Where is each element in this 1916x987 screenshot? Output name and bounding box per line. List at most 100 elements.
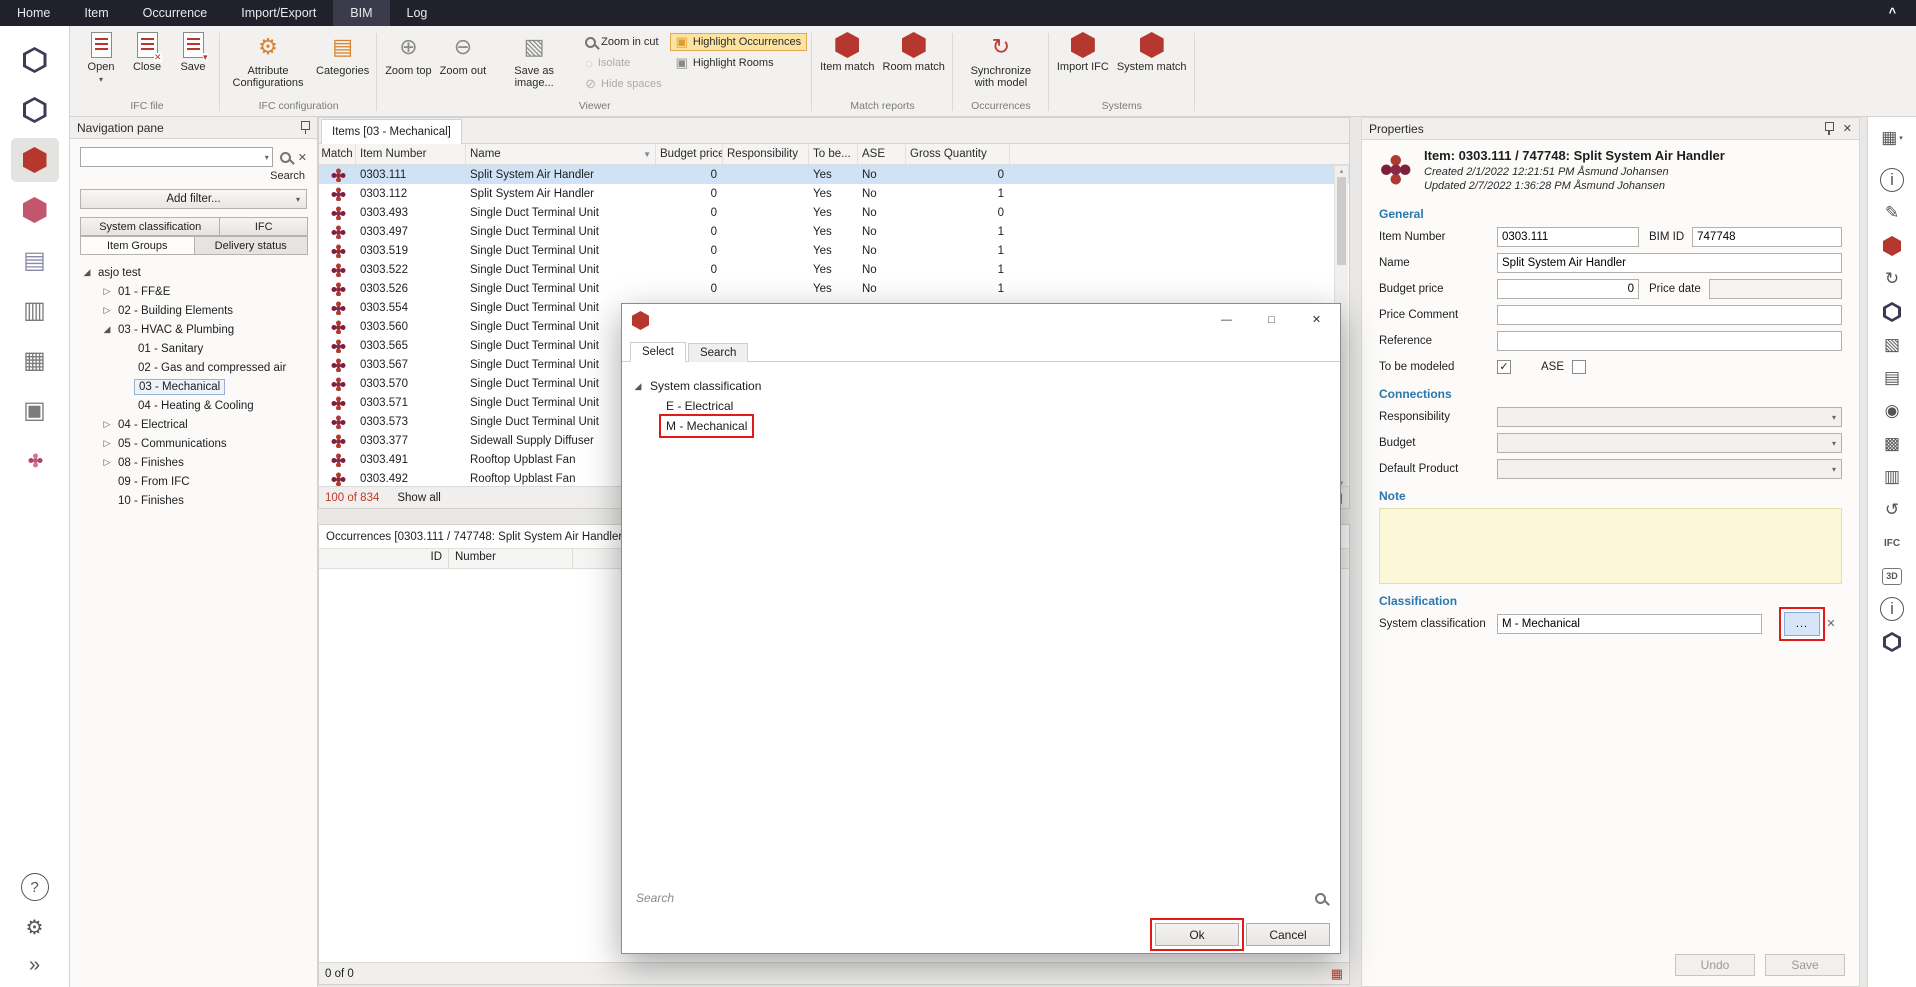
ase-checkbox[interactable] [1572, 360, 1586, 374]
tree-item-02-building-elements[interactable]: ▷02 - Building Elements [70, 301, 317, 320]
maximize-button[interactable]: □ [1249, 305, 1294, 334]
occurrences-module-icon[interactable] [11, 188, 59, 232]
system-classification-field[interactable] [1497, 614, 1762, 634]
design-icon[interactable]: ▩ [1873, 429, 1911, 459]
tree-item-asjo-test[interactable]: ◢asjo test [70, 263, 317, 282]
hide-spaces-button[interactable]: ⊘Hide spaces [579, 75, 667, 93]
collapse-ribbon-icon[interactable]: ^ [1869, 0, 1916, 26]
column-header-match[interactable]: Match [319, 144, 356, 164]
column-header-number[interactable]: Number [449, 549, 573, 568]
tree-item-03-hvac-plumbing[interactable]: ◢03 - HVAC & Plumbing [70, 320, 317, 339]
column-header-name[interactable]: Name▼ [466, 144, 656, 164]
help-icon[interactable]: ? [21, 873, 49, 901]
search-dropdown-caret-icon[interactable]: ▾ [265, 153, 269, 162]
items-module-icon[interactable] [11, 38, 59, 82]
package-icon[interactable]: ▧ [1873, 330, 1911, 360]
column-header-gross-quantity[interactable]: Gross Quantity [906, 144, 1010, 164]
menu-item-occurrence[interactable]: Occurrence [126, 0, 225, 26]
table-row[interactable]: 0303.522Single Duct Terminal Unit0YesNo1 [319, 260, 1349, 279]
name-field[interactable] [1497, 253, 1842, 273]
relations-icon[interactable] [11, 438, 59, 482]
tab-ifc[interactable]: IFC [219, 217, 308, 236]
bim-module-icon[interactable] [11, 138, 59, 182]
info-circle-icon[interactable]: i [1873, 594, 1911, 624]
expander-closed-icon[interactable]: ▷ [100, 305, 114, 316]
browse-classification-button[interactable]: ... [1784, 612, 1820, 636]
expander-closed-icon[interactable]: ▷ [100, 419, 114, 430]
zoom-out-button[interactable]: ⊖Zoom out [437, 28, 489, 100]
categories-button[interactable]: ▤Categories [313, 28, 372, 100]
import-ifc-button[interactable]: Import IFC [1054, 28, 1112, 100]
ifc-label[interactable]: IFC [1873, 528, 1911, 558]
table-row[interactable]: 0303.112Split System Air Handler0YesNo1 [319, 184, 1349, 203]
reference-field[interactable] [1497, 331, 1842, 351]
budget-select[interactable]: ▾ [1497, 433, 1842, 453]
menu-item-log[interactable]: Log [390, 0, 445, 26]
tree-item-04-electrical[interactable]: ▷04 - Electrical [70, 415, 317, 434]
tree-item-01-ff-e[interactable]: ▷01 - FF&E [70, 282, 317, 301]
dialog-titlebar[interactable]: — □ ✕ [622, 304, 1340, 337]
column-header-responsibility[interactable]: Responsibility [723, 144, 809, 164]
note-field[interactable] [1379, 508, 1842, 584]
column-header-to-be[interactable]: To be... [809, 144, 858, 164]
expander-closed-icon[interactable]: ▷ [100, 457, 114, 468]
tree-item-09-from-ifc[interactable]: 09 - From IFC [70, 472, 317, 491]
show-all-link[interactable]: Show all [397, 492, 440, 504]
undo-button[interactable]: Undo [1675, 954, 1755, 976]
highlight-rooms-button[interactable]: ▣Highlight Rooms [670, 54, 808, 72]
expander-closed-icon[interactable]: ▷ [100, 438, 114, 449]
close-button[interactable]: ✕Close [125, 28, 169, 100]
tree-item-05-communications[interactable]: ▷05 - Communications [70, 434, 317, 453]
attachments-icon[interactable]: ▤ [11, 238, 59, 282]
bim-cube-icon[interactable] [1873, 231, 1911, 261]
tab-delivery-status[interactable]: Delivery status [194, 236, 309, 255]
expander-open-icon[interactable]: ◢ [631, 381, 645, 392]
save-button[interactable]: ▾Save [171, 28, 215, 100]
column-header-ase[interactable]: ASE [858, 144, 906, 164]
column-header-item-number[interactable]: Item Number [356, 144, 466, 164]
tab-item-groups[interactable]: Item Groups [80, 236, 195, 255]
save-button[interactable]: Save [1765, 954, 1845, 976]
dialog-search-input[interactable] [636, 891, 1315, 905]
search-icon[interactable] [280, 152, 291, 163]
tree-item-e-electrical[interactable]: E - Electrical [631, 396, 1339, 416]
responsibility-select[interactable]: ▾ [1497, 407, 1842, 427]
camera-icon[interactable]: ◉ [1873, 396, 1911, 426]
price-date-field[interactable] [1709, 279, 1842, 299]
menu-item-import-export[interactable]: Import/Export [224, 0, 333, 26]
layout-selector-icon[interactable]: ▦▾ [1873, 123, 1911, 153]
room-match-button[interactable]: Room match [880, 28, 948, 100]
scrollbar-thumb[interactable] [1337, 177, 1346, 265]
to-be-modeled-checkbox[interactable]: ✓ [1497, 360, 1511, 374]
menu-item-home[interactable]: Home [0, 0, 67, 26]
clear-search-icon[interactable]: ✕ [298, 151, 307, 164]
default-product-select[interactable]: ▾ [1497, 459, 1842, 479]
tree-item-01-sanitary[interactable]: 01 - Sanitary [70, 339, 317, 358]
attribute-configurations-button[interactable]: ⚙Attribute Configurations [225, 28, 311, 100]
budget-price-field[interactable] [1497, 279, 1639, 299]
minimize-button[interactable]: — [1204, 305, 1249, 334]
pin-icon[interactable] [1824, 122, 1834, 136]
filter-search-input[interactable] [84, 150, 265, 164]
item-number-field[interactable] [1497, 227, 1639, 247]
document-icon[interactable]: ▤ [1873, 363, 1911, 393]
tree-item-02-gas-and-compressed-air[interactable]: 02 - Gas and compressed air [70, 358, 317, 377]
column-header-id[interactable]: ID [319, 549, 449, 568]
table-row[interactable]: 0303.519Single Duct Terminal Unit0YesNo1 [319, 241, 1349, 260]
info-icon[interactable]: i [1873, 165, 1911, 195]
history-icon[interactable]: ↺ [1873, 495, 1911, 525]
save-as-image-button[interactable]: ▧Save as image... [491, 28, 577, 100]
tree-item-08-finishes[interactable]: ▷08 - Finishes [70, 453, 317, 472]
close-button[interactable]: ✕ [1294, 305, 1339, 334]
expander-open-icon[interactable]: ◢ [80, 267, 94, 278]
tab-select[interactable]: Select [630, 342, 686, 362]
table-row[interactable]: 0303.526Single Duct Terminal Unit0YesNo1 [319, 279, 1349, 298]
zoom-in-cut-button[interactable]: Zoom in cut [579, 33, 667, 51]
tree-item-04-heating-cooling[interactable]: 04 - Heating & Cooling [70, 396, 317, 415]
table-row[interactable]: 0303.497Single Duct Terminal Unit0YesNo1 [319, 222, 1349, 241]
expander-open-icon[interactable]: ◢ [100, 324, 114, 335]
tab-system-classification[interactable]: System classification [80, 217, 220, 236]
edit-form-icon[interactable]: ✎ [1873, 198, 1911, 228]
menu-item-item[interactable]: Item [67, 0, 125, 26]
table-row[interactable]: 0303.493Single Duct Terminal Unit0YesNo0 [319, 203, 1349, 222]
